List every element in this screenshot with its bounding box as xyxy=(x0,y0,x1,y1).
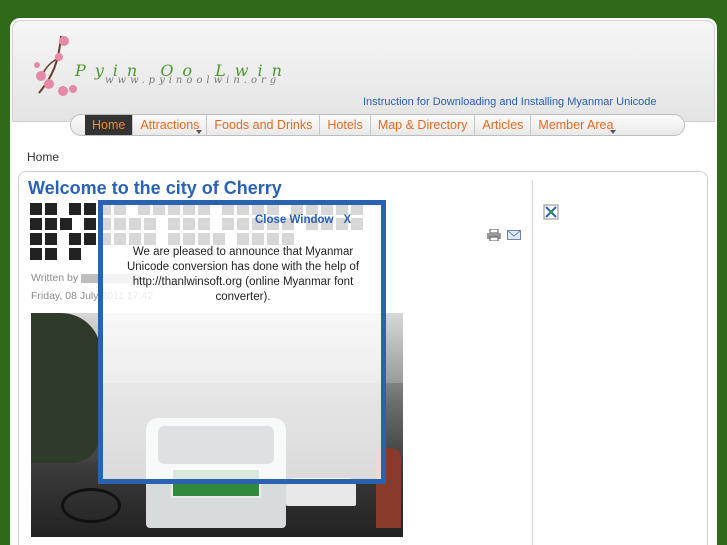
main-menu: Home Attractions Foods and Drinks Hotels… xyxy=(70,114,685,136)
menu-item-label: Member Area xyxy=(538,118,614,132)
menu-item-label: Hotels xyxy=(327,118,363,132)
site-header: Pyin Oo Lwin www.pyinoolwin.org Instruct… xyxy=(12,20,715,122)
breadcrumb[interactable]: Home xyxy=(27,150,59,164)
article-tools xyxy=(487,229,521,241)
broken-image-icon xyxy=(543,204,559,220)
announcement-popup: Close Window X We are pleased to announce… xyxy=(98,200,386,484)
menu-item-member-area[interactable]: Member Area xyxy=(531,115,620,135)
close-window-label: Close Window xyxy=(255,214,334,226)
close-window-button[interactable]: Close Window X xyxy=(255,214,351,226)
sidebar-divider xyxy=(532,180,533,545)
logo-url: www.pyinoolwin.org xyxy=(105,75,281,86)
menu-item-label: Map & Directory xyxy=(377,118,468,132)
page-container: Pyin Oo Lwin www.pyinoolwin.org Instruct… xyxy=(10,18,717,545)
written-by-label: Written by xyxy=(31,272,79,284)
printer-icon[interactable] xyxy=(487,229,501,241)
menu-item-label: Attractions xyxy=(140,118,200,132)
menu-item-articles[interactable]: Articles xyxy=(475,115,532,135)
menu-item-hotels[interactable]: Hotels xyxy=(320,115,371,135)
menu-item-home[interactable]: Home xyxy=(85,115,134,135)
menu-item-map-directory[interactable]: Map & Directory xyxy=(371,115,476,135)
dropdown-arrow-icon xyxy=(610,130,617,134)
menu-item-label: Foods and Drinks xyxy=(214,118,313,132)
popup-message: We are pleased to announce that Myanmar … xyxy=(126,246,360,303)
unicode-instruction-link[interactable]: Instruction for Downloading and Installi… xyxy=(363,96,657,108)
email-icon[interactable] xyxy=(507,229,521,241)
menu-item-label: Articles xyxy=(482,118,524,132)
dropdown-arrow-icon xyxy=(196,130,203,134)
menu-item-foods-and-drinks[interactable]: Foods and Drinks xyxy=(207,115,321,135)
article-title[interactable]: Welcome to the city of Cherry xyxy=(28,178,282,199)
close-icon[interactable]: X xyxy=(343,214,351,226)
menu-item-label: Home xyxy=(92,118,126,132)
menu-item-attractions[interactable]: Attractions xyxy=(133,115,208,135)
